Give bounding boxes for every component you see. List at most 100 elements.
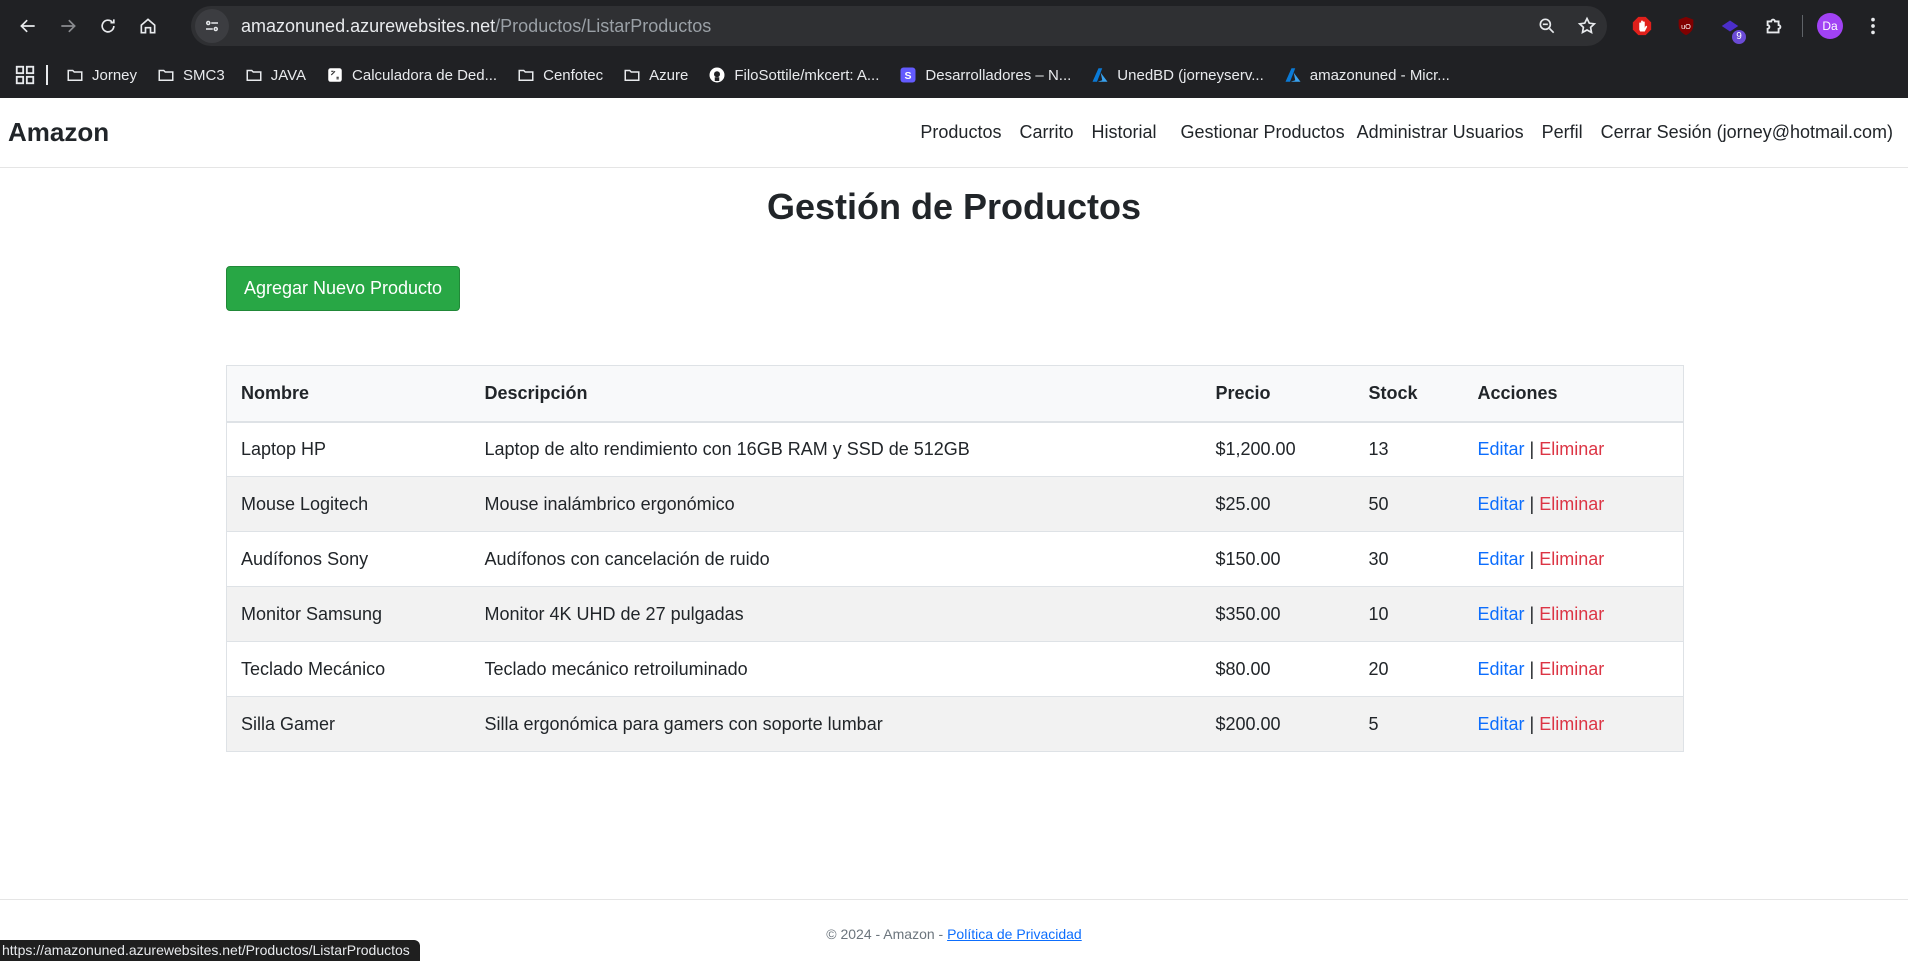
bookmark-label: UnedBD (jorneyserv... — [1117, 66, 1264, 84]
status-bar-url: https://amazonuned.azurewebsites.net/Pro… — [0, 940, 420, 961]
cell-nombre: Silla Gamer — [226, 696, 471, 752]
edit-link[interactable]: Editar — [1478, 659, 1525, 679]
back-arrow-icon[interactable] — [8, 6, 48, 46]
cell-precio: $350.00 — [1201, 586, 1355, 642]
toolbar-separator — [1802, 15, 1803, 37]
nav-link-cerrar-sesion[interactable]: Cerrar Sesión (jorney@hotmail.com) — [1601, 122, 1893, 143]
delete-link[interactable]: Eliminar — [1539, 714, 1604, 734]
edit-link[interactable]: Editar — [1478, 714, 1525, 734]
nav-link-perfil[interactable]: Perfil — [1542, 122, 1583, 143]
nav-link-carrito[interactable]: Carrito — [1019, 122, 1073, 143]
extension-badge: 9 — [1732, 30, 1746, 44]
edit-link[interactable]: Editar — [1478, 604, 1525, 624]
bookmark-item[interactable]: amazonuned - Micr... — [1284, 66, 1450, 84]
bookmark-item[interactable]: S Desarrolladores – N... — [899, 66, 1071, 84]
cell-acciones: Editar | Eliminar — [1463, 696, 1684, 752]
header-descripcion: Descripción — [470, 365, 1202, 423]
apps-grid-icon[interactable] — [14, 64, 36, 86]
cell-stock: 20 — [1354, 641, 1464, 697]
edit-link[interactable]: Editar — [1478, 549, 1525, 569]
action-separator: | — [1529, 493, 1535, 514]
action-separator: | — [1529, 713, 1535, 734]
extensions-area: uO 9 Da — [1620, 6, 1895, 46]
cell-acciones: Editar | Eliminar — [1463, 641, 1684, 697]
cell-nombre: Laptop HP — [226, 421, 471, 477]
header-acciones: Acciones — [1463, 365, 1684, 423]
bookmarks-bar: Jorney SMC3 JAVA Calculadora de Ded... Cenfo… — [0, 52, 1908, 98]
cell-descripcion: Silla ergonómica para gamers con soporte… — [470, 696, 1202, 752]
cell-nombre: Mouse Logitech — [226, 476, 471, 532]
edit-link[interactable]: Editar — [1478, 439, 1525, 459]
bookmark-item[interactable]: JAVA — [245, 66, 306, 84]
bookmark-label: JAVA — [270, 66, 307, 84]
purple-extension-icon[interactable]: 9 — [1708, 6, 1752, 46]
delete-link[interactable]: Eliminar — [1539, 439, 1604, 459]
table-row: Mouse Logitech Mouse inalámbrico ergonómi… — [226, 476, 1684, 532]
products-table: Nombre Descripción Precio Stock Acciones… — [226, 365, 1684, 752]
table-row: Laptop HP Laptop de alto rendimiento con … — [226, 421, 1684, 477]
folder-icon — [66, 66, 84, 84]
nav-link-historial[interactable]: Historial — [1091, 122, 1156, 143]
bookmark-label: amazonuned - Micr... — [1309, 66, 1450, 84]
privacy-policy-link[interactable]: Política de Privacidad — [947, 926, 1082, 942]
delete-link[interactable]: Eliminar — [1539, 659, 1604, 679]
action-separator: | — [1529, 548, 1535, 569]
cell-stock: 30 — [1354, 531, 1464, 587]
bookmark-label: Azure — [649, 66, 689, 84]
bookmark-item[interactable]: SMC3 — [157, 66, 225, 84]
delete-link[interactable]: Eliminar — [1539, 494, 1604, 514]
forward-arrow-icon[interactable] — [48, 6, 88, 46]
action-separator: | — [1529, 658, 1535, 679]
bookmark-item[interactable]: UnedBD (jorneyserv... — [1091, 66, 1264, 84]
header-stock: Stock — [1354, 365, 1464, 423]
folder-icon — [157, 66, 175, 84]
svg-text:uO: uO — [1681, 22, 1691, 31]
cell-nombre: Teclado Mecánico — [226, 641, 471, 697]
bookmark-item[interactable]: Cenfotec — [517, 66, 603, 84]
adblock-extension-icon[interactable] — [1620, 6, 1664, 46]
table-row: Teclado Mecánico Teclado mecánico retroil… — [226, 641, 1684, 697]
edit-link[interactable]: Editar — [1478, 494, 1525, 514]
nav-link-gestionar-productos[interactable]: Gestionar Productos — [1180, 122, 1344, 143]
action-separator: | — [1529, 603, 1535, 624]
cell-stock: 50 — [1354, 476, 1464, 532]
nav-links: Productos Carrito Historial Gestionar Pr… — [902, 122, 1893, 143]
bookmark-label: Calculadora de Ded... — [352, 66, 498, 84]
site-info-icon[interactable] — [195, 9, 229, 43]
table-row: Monitor Samsung Monitor 4K UHD de 27 pulg… — [226, 586, 1684, 642]
cell-acciones: Editar | Eliminar — [1463, 421, 1684, 477]
url-domain: amazonuned.azurewebsites.net — [241, 15, 496, 36]
bookmark-item[interactable]: Jorney — [66, 66, 137, 84]
delete-link[interactable]: Eliminar — [1539, 549, 1604, 569]
extensions-puzzle-icon[interactable] — [1752, 6, 1796, 46]
nav-link-administrar-usuarios[interactable]: Administrar Usuarios — [1357, 122, 1524, 143]
bookmark-item[interactable]: FiloSottile/mkcert: A... — [708, 66, 879, 84]
bookmark-label: FiloSottile/mkcert: A... — [734, 66, 880, 84]
cell-acciones: Editar | Eliminar — [1463, 476, 1684, 532]
zoom-icon[interactable] — [1527, 6, 1567, 46]
bookmark-item[interactable]: Azure — [623, 66, 688, 84]
home-icon[interactable] — [128, 6, 168, 46]
reload-icon[interactable] — [88, 6, 128, 46]
bookmark-label: Cenfotec — [543, 66, 604, 84]
address-bar[interactable]: amazonuned.azurewebsites.net/Productos/L… — [191, 6, 1607, 46]
delete-link[interactable]: Eliminar — [1539, 604, 1604, 624]
table-row: Silla Gamer Silla ergonómica para gamers … — [226, 696, 1684, 752]
cell-acciones: Editar | Eliminar — [1463, 531, 1684, 587]
azure-icon — [1091, 66, 1109, 84]
url-text[interactable]: amazonuned.azurewebsites.net/Productos/L… — [241, 16, 1527, 37]
brand-logo[interactable]: Amazon — [8, 117, 109, 148]
menu-kebab-icon[interactable] — [1851, 6, 1895, 46]
bookmark-item[interactable]: Calculadora de Ded... — [326, 66, 497, 84]
add-product-button[interactable]: Agregar Nuevo Producto — [226, 266, 460, 311]
cell-stock: 10 — [1354, 586, 1464, 642]
nav-link-productos[interactable]: Productos — [920, 122, 1001, 143]
bookmark-star-icon[interactable] — [1567, 6, 1607, 46]
ublock-extension-icon[interactable]: uO — [1664, 6, 1708, 46]
bookmark-label: Jorney — [92, 66, 138, 84]
header-precio: Precio — [1201, 365, 1355, 423]
table-header-row: Nombre Descripción Precio Stock Acciones — [226, 365, 1684, 423]
svg-text:S: S — [905, 70, 912, 82]
stripe-icon: S — [899, 66, 917, 84]
profile-avatar[interactable]: Da — [1817, 13, 1843, 39]
